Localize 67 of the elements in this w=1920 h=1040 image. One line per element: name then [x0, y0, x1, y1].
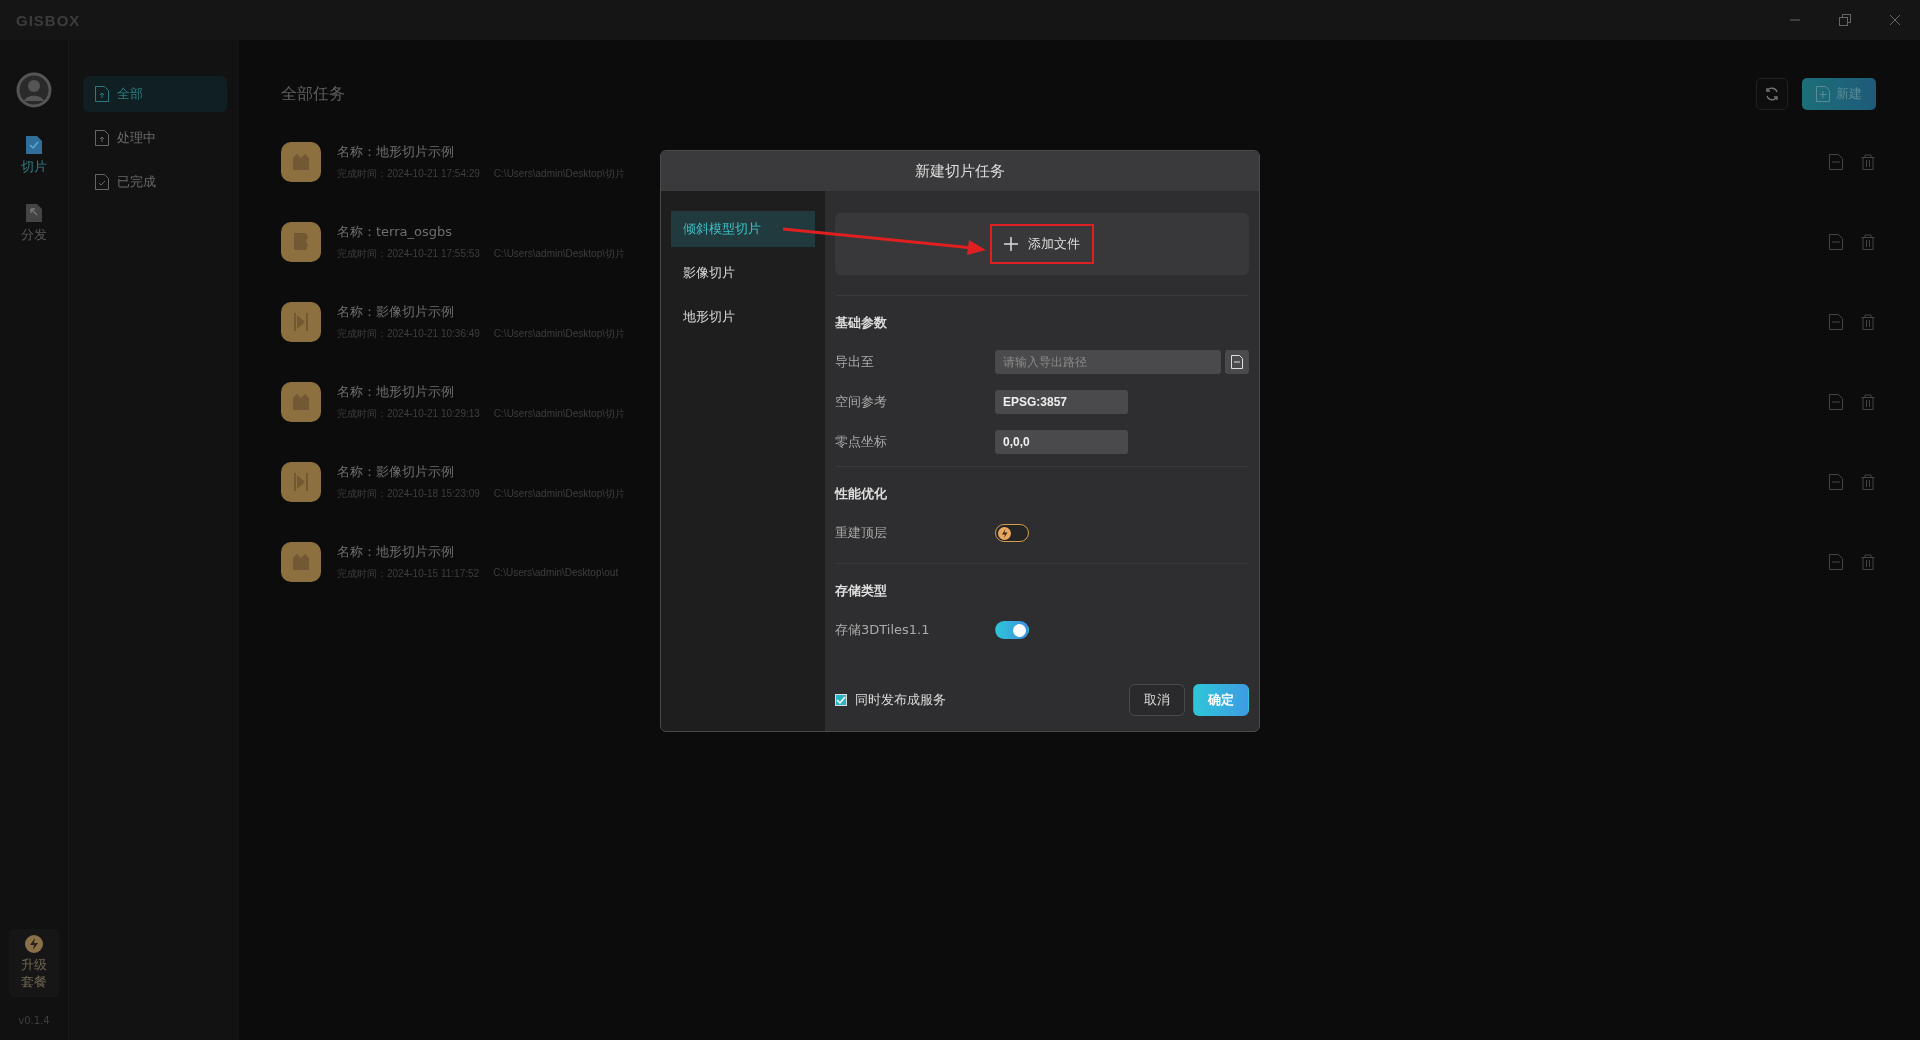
task-name: 名称：影像切片示例 — [337, 303, 454, 321]
task-name: 名称：地形切片示例 — [337, 143, 454, 161]
mountain-tile-icon — [281, 382, 321, 422]
filter-item[interactable]: 全部 — [83, 76, 227, 112]
document-check-icon — [95, 174, 109, 190]
trash-icon[interactable] — [1860, 554, 1876, 570]
document-arrow-icon — [26, 204, 42, 222]
cancel-button[interactable]: 取消 — [1129, 684, 1185, 716]
document-icon[interactable] — [1828, 554, 1844, 570]
dialog-title: 新建切片任务 — [661, 151, 1259, 191]
mountain-tile-icon — [281, 542, 321, 582]
document-icon[interactable] — [1828, 234, 1844, 250]
toggle-switch[interactable] — [995, 621, 1029, 639]
upgrade-card[interactable]: 升级套餐 — [9, 928, 59, 997]
field-label: 导出至 — [835, 353, 875, 371]
task-name: 名称：影像切片示例 — [337, 463, 454, 481]
text-field[interactable]: 0,0,0 — [995, 430, 1128, 454]
path-field[interactable]: 请输入导出路径 — [995, 350, 1221, 374]
document-upload-icon — [95, 130, 109, 146]
building-tile-icon — [281, 222, 321, 262]
plus-icon — [1004, 237, 1018, 251]
trash-icon[interactable] — [1860, 154, 1876, 170]
avatar-icon[interactable] — [16, 72, 52, 108]
task-name: 名称：terra_osgbs — [337, 223, 453, 241]
text-field[interactable]: EPSG:3857 — [995, 390, 1128, 414]
browse-button[interactable] — [1225, 350, 1249, 374]
task-name: 名称：地形切片示例 — [337, 383, 454, 401]
document-icon — [1231, 355, 1243, 369]
add-file-button[interactable]: 添加文件 — [998, 234, 1086, 254]
image-tile-icon — [281, 462, 321, 502]
refresh-icon — [1764, 86, 1780, 102]
trash-icon[interactable] — [1860, 314, 1876, 330]
mountain-tile-icon — [281, 142, 321, 182]
field-label: 零点坐标 — [835, 433, 888, 451]
document-plus-icon — [1816, 86, 1830, 102]
upgrade-label: 升级套餐 — [20, 955, 48, 991]
field-label: 空间参考 — [835, 393, 888, 411]
section-title: 性能优化 — [835, 485, 888, 503]
trash-icon[interactable] — [1860, 474, 1876, 490]
filter-item[interactable]: 处理中 — [83, 120, 227, 156]
filter-item[interactable]: 已完成 — [83, 164, 227, 200]
restore-icon[interactable] — [1839, 14, 1851, 26]
document-icon[interactable] — [1828, 314, 1844, 330]
type-tab[interactable]: 地形切片 — [671, 299, 815, 335]
section-title: 存储类型 — [835, 582, 888, 600]
type-tab[interactable]: 影像切片 — [671, 255, 815, 291]
checkmark-icon — [836, 695, 846, 705]
lightning-icon — [25, 934, 43, 953]
refresh-button[interactable] — [1756, 78, 1788, 110]
publish-checkbox[interactable]: 同时发布成服务 — [835, 691, 946, 709]
task-name: 名称：地形切片示例 — [337, 543, 454, 561]
page-title: 全部任务 — [281, 83, 345, 105]
rail-item[interactable]: 切片 — [21, 136, 47, 176]
toggle-switch[interactable] — [995, 524, 1029, 542]
field-label: 重建顶层 — [835, 524, 888, 542]
close-icon[interactable] — [1889, 14, 1901, 26]
document-check-icon — [26, 136, 42, 154]
section-title: 基础参数 — [835, 314, 888, 332]
trash-icon[interactable] — [1860, 394, 1876, 410]
document-upload-icon — [95, 86, 109, 102]
trash-icon[interactable] — [1860, 234, 1876, 250]
document-icon[interactable] — [1828, 394, 1844, 410]
document-icon[interactable] — [1828, 474, 1844, 490]
document-icon[interactable] — [1828, 154, 1844, 170]
type-tab[interactable]: 倾斜模型切片 — [671, 211, 815, 247]
image-tile-icon — [281, 302, 321, 342]
field-label: 存储3DTiles1.1 — [835, 621, 931, 639]
